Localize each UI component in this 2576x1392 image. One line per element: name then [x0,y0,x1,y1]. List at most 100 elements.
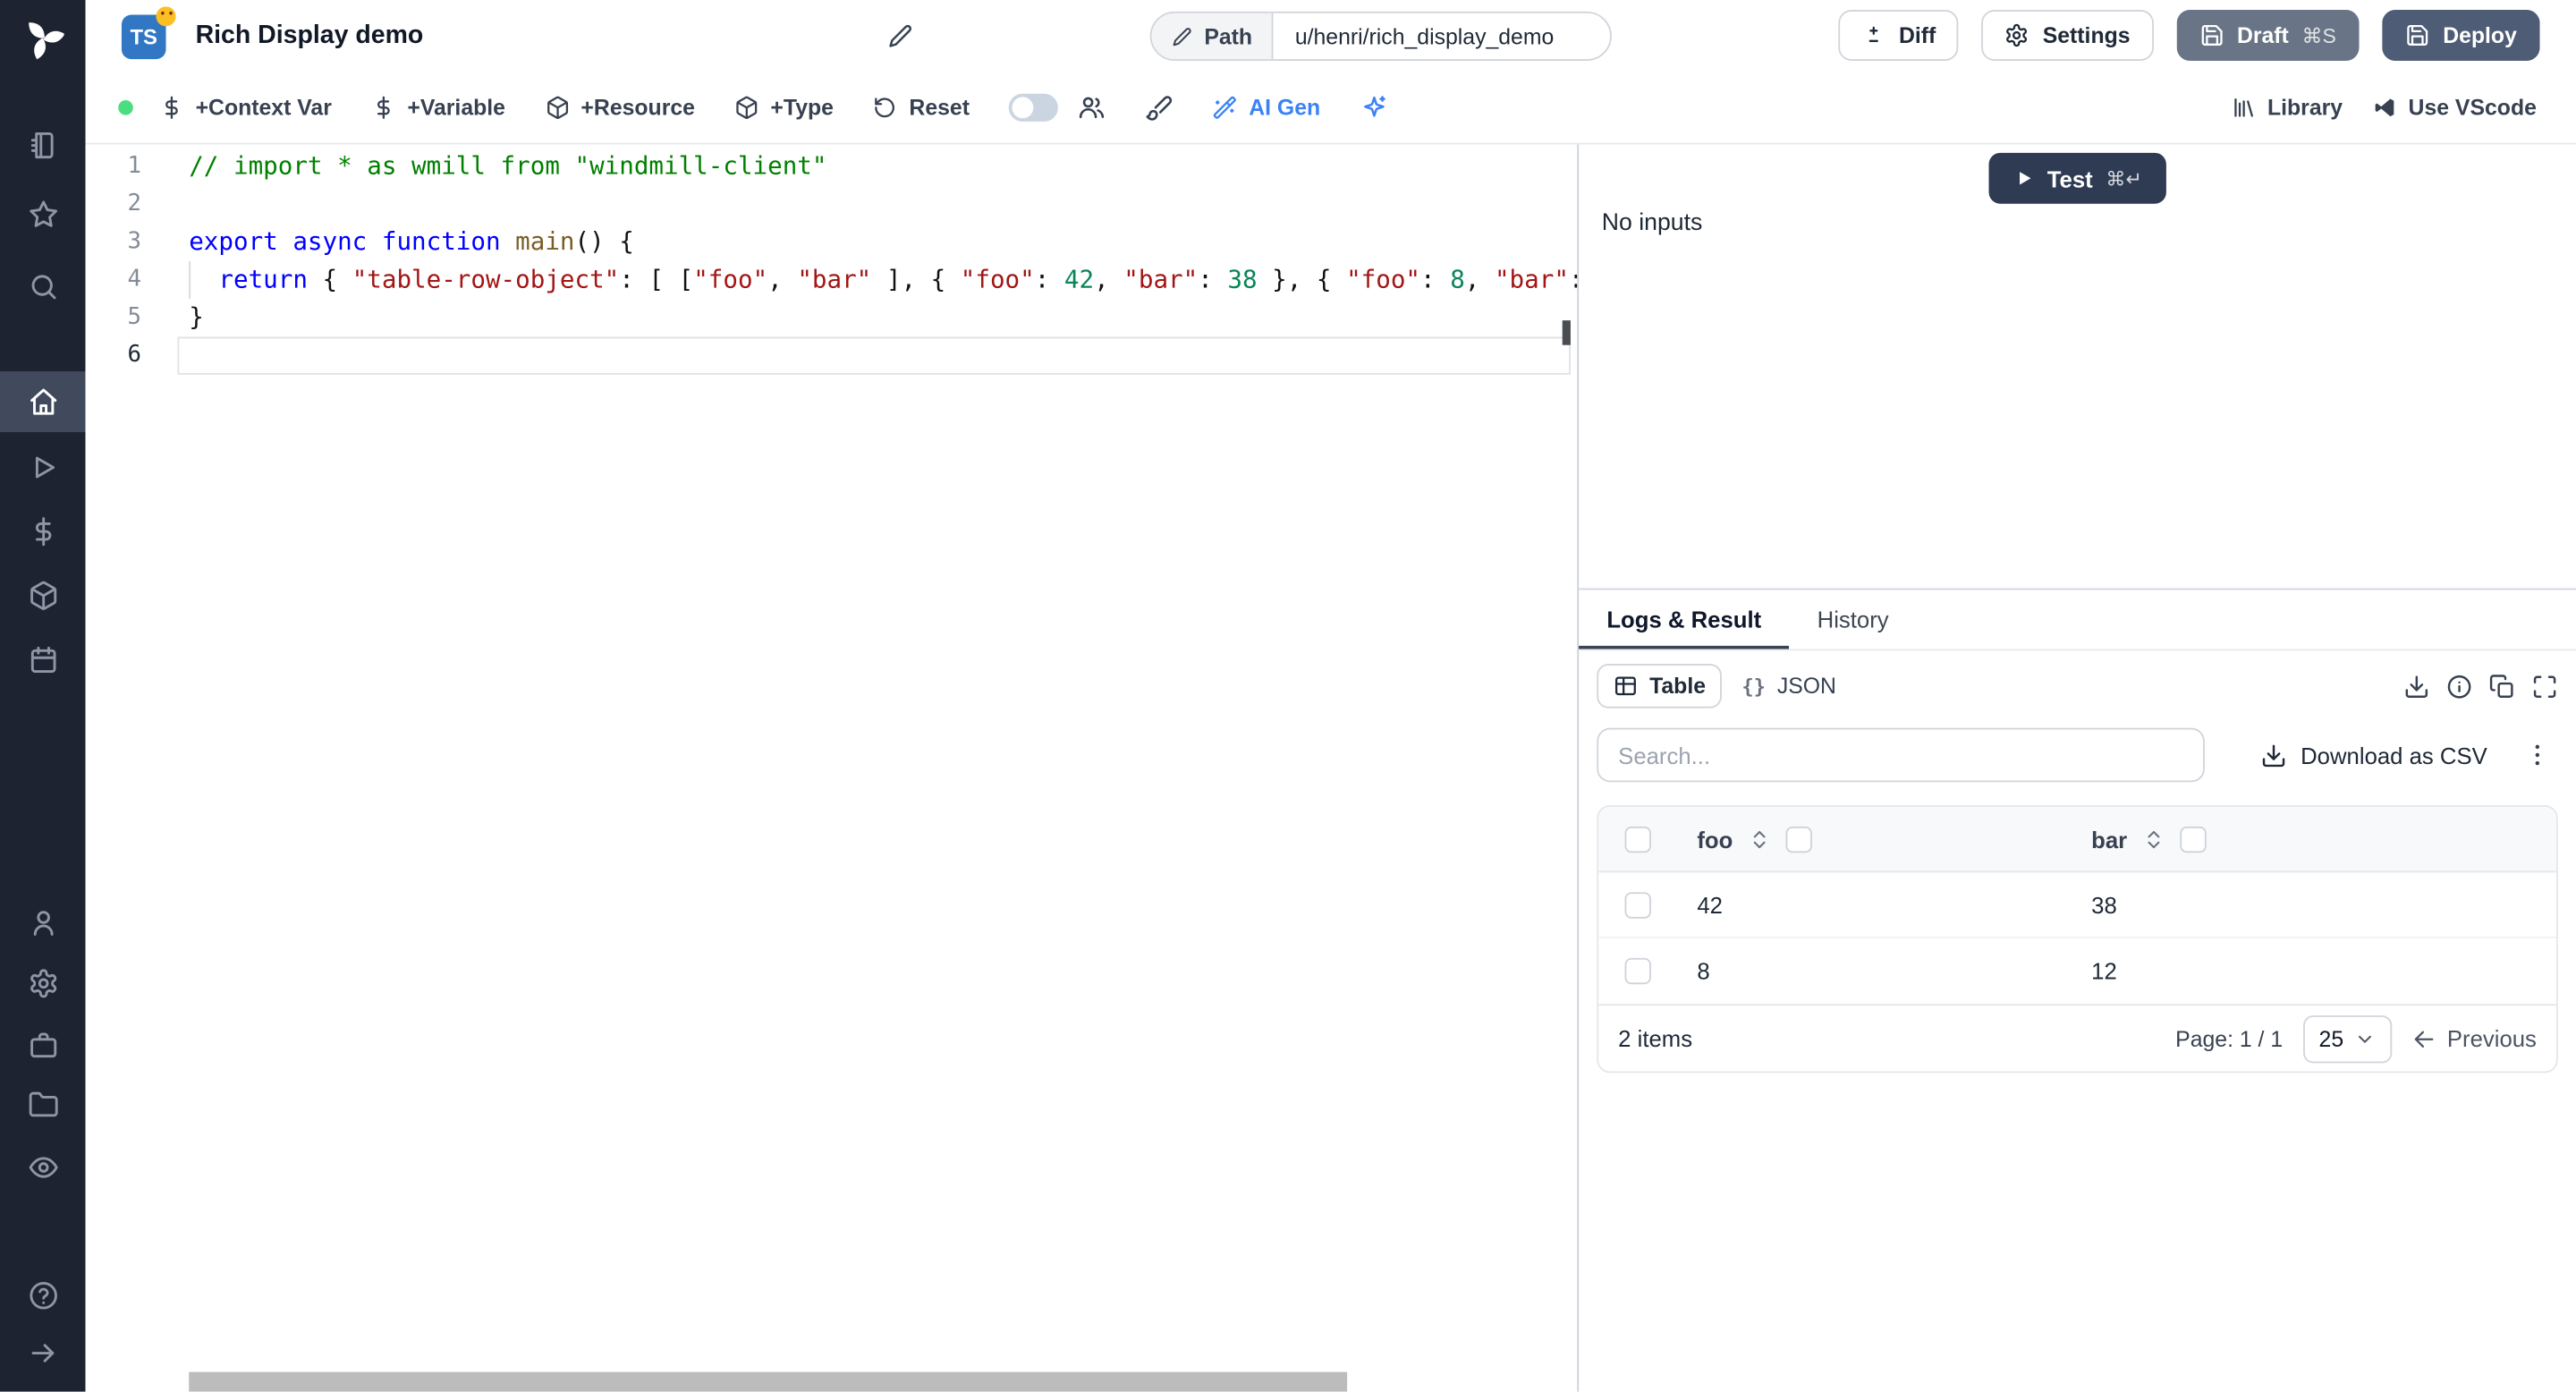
add-type-button[interactable]: +Type [734,96,834,121]
windmill-logo[interactable] [0,15,86,61]
context-var-label: +Context Var [196,96,332,121]
edit-path-button[interactable]: Path [1152,13,1274,59]
tab-logs-result[interactable]: Logs & Result [1579,590,1789,649]
kebab-menu-icon[interactable] [2523,741,2551,768]
chevron-down-icon [2353,1028,2375,1049]
variable-label: +Variable [407,96,505,121]
sidebar-item-arrow-right[interactable] [0,1323,86,1384]
sidebar-item-folder[interactable] [0,1074,86,1135]
diff-button[interactable]: Diff [1838,10,1959,61]
sidebar-item-gear[interactable] [0,953,86,1014]
page-indicator: Page: 1 / 1 [2175,1026,2283,1051]
sidebar-item-calendar[interactable] [0,629,86,690]
package-icon [734,96,759,121]
reset-label: Reset [909,96,970,121]
format-brush-icon[interactable] [1146,94,1174,122]
sidebar-item-eye[interactable] [0,1137,86,1198]
test-button[interactable]: Test ⌘↵ [1988,153,2167,204]
row-checkbox[interactable] [1625,891,1651,917]
path-group: Path u/henri/rich_display_demo [1150,12,1613,61]
column-checkbox[interactable] [1785,826,1811,852]
settings-button[interactable]: Settings [1982,10,2154,61]
result-table: foobar 4238812 2 items Page: 1 / 1 25 [1597,805,2557,1073]
select-all-checkbox[interactable] [1625,826,1651,852]
use-vscode-button[interactable]: Use VScode [2372,96,2537,121]
add-resource-button[interactable]: +Resource [545,96,695,121]
path-text: u/henri/rich_display_demo [1295,24,1554,49]
windmill-app: TS Rich Display demo Path u/henri/rich_d… [0,0,2576,1392]
info-icon[interactable] [2446,673,2472,699]
toolbar-right: Library Use VScode [2232,96,2576,121]
path-value[interactable]: u/henri/rich_display_demo [1274,13,1611,59]
line-number: 6 [86,337,178,375]
previous-page-button[interactable]: Previous [2411,1025,2536,1051]
mode-toggle[interactable] [1009,94,1058,122]
line-number: 2 [86,186,178,224]
sidebar-item-play[interactable] [0,437,86,498]
page-size-select[interactable]: 25 [2302,1014,2391,1062]
code-editor[interactable]: 1// import * as wmill from "windmill-cli… [86,145,1578,1392]
vscode-label: Use VScode [2409,96,2537,121]
column-label[interactable]: bar [2091,826,2127,852]
users-icon[interactable] [1078,94,1106,122]
row-checkbox[interactable] [1625,958,1651,984]
view-table-chip[interactable]: Table [1597,664,1722,709]
gear-icon [2004,23,2029,48]
edit-summary-icon[interactable] [886,23,912,49]
help-icon [27,1280,58,1311]
sort-icon[interactable] [2142,828,2165,851]
table-row[interactable]: 4238 [1598,872,2556,938]
deploy-button[interactable]: Deploy [2382,10,2539,61]
library-label: Library [2267,96,2343,121]
expand-icon[interactable] [2531,673,2557,699]
code-line-3[interactable]: 3export async function main() { [86,224,1578,261]
download-csv-button[interactable]: Download as CSV [2261,742,2487,768]
code-line-1[interactable]: 1// import * as wmill from "windmill-cli… [86,148,1578,185]
briefcase-icon [27,1031,58,1062]
download-result-icon[interactable] [2403,673,2429,699]
line-number: 4 [86,261,178,299]
tab-history[interactable]: History [1789,590,1916,649]
sidebar-item-search[interactable] [0,257,86,318]
sidebar-item-cube[interactable] [0,565,86,626]
editor-horizontal-scrollbar[interactable] [189,1372,1347,1392]
sidebar-item-user[interactable] [0,892,86,953]
sidebar-item-dollar[interactable] [0,501,86,562]
settings-label: Settings [2043,23,2131,48]
column-label[interactable]: foo [1697,826,1733,852]
sidebar-item-notebook[interactable] [0,115,86,176]
right-panel: Test ⌘↵ No inputs Logs & Result History … [1577,145,2576,1392]
sidebar-item-home[interactable] [0,371,86,432]
draft-button[interactable]: Draft ⌘S [2176,10,2360,61]
code-line-4[interactable]: 4 return { "table-row-object": [ ["foo",… [86,261,1578,299]
sidebar-item-star[interactable] [0,184,86,245]
copy-result-icon[interactable] [2489,673,2515,699]
sidebar-item-briefcase[interactable] [0,1015,86,1076]
code-line-6[interactable]: 6 [86,337,1578,375]
sparkles-icon[interactable] [1360,94,1387,122]
download-icon [2261,742,2287,768]
test-area: Test ⌘↵ No inputs [1579,145,2576,589]
column-checkbox[interactable] [2180,826,2206,852]
search-input[interactable] [1597,728,2205,783]
code-text: export async function main() { [177,224,1577,261]
view-json-chip[interactable]: {} JSON [1727,664,1852,709]
sort-icon[interactable] [1748,828,1771,851]
draft-label: Draft [2237,23,2289,48]
eye-icon [27,1152,58,1184]
add-variable-button[interactable]: +Variable [371,96,505,121]
reset-button[interactable]: Reset [873,96,970,121]
vscode-icon [2372,96,2397,121]
library-button[interactable]: Library [2232,96,2343,121]
add-context-var-button[interactable]: +Context Var [159,96,332,121]
content: 1// import * as wmill from "windmill-cli… [86,145,2576,1392]
code-line-5[interactable]: 5} [86,299,1578,336]
result-tabs: Logs & Result History [1579,589,2576,651]
table-row[interactable]: 812 [1598,938,2556,1004]
table-footer: 2 items Page: 1 / 1 25 Previous [1598,1004,2556,1071]
code-line-2[interactable]: 2 [86,186,1578,224]
language-label: TS [130,24,157,49]
editor-toolbar: +Context Var +Variable +Resource +Type R… [86,72,2576,145]
sidebar-item-help[interactable] [0,1265,86,1326]
ai-gen-button[interactable]: AI Gen [1213,96,1320,121]
